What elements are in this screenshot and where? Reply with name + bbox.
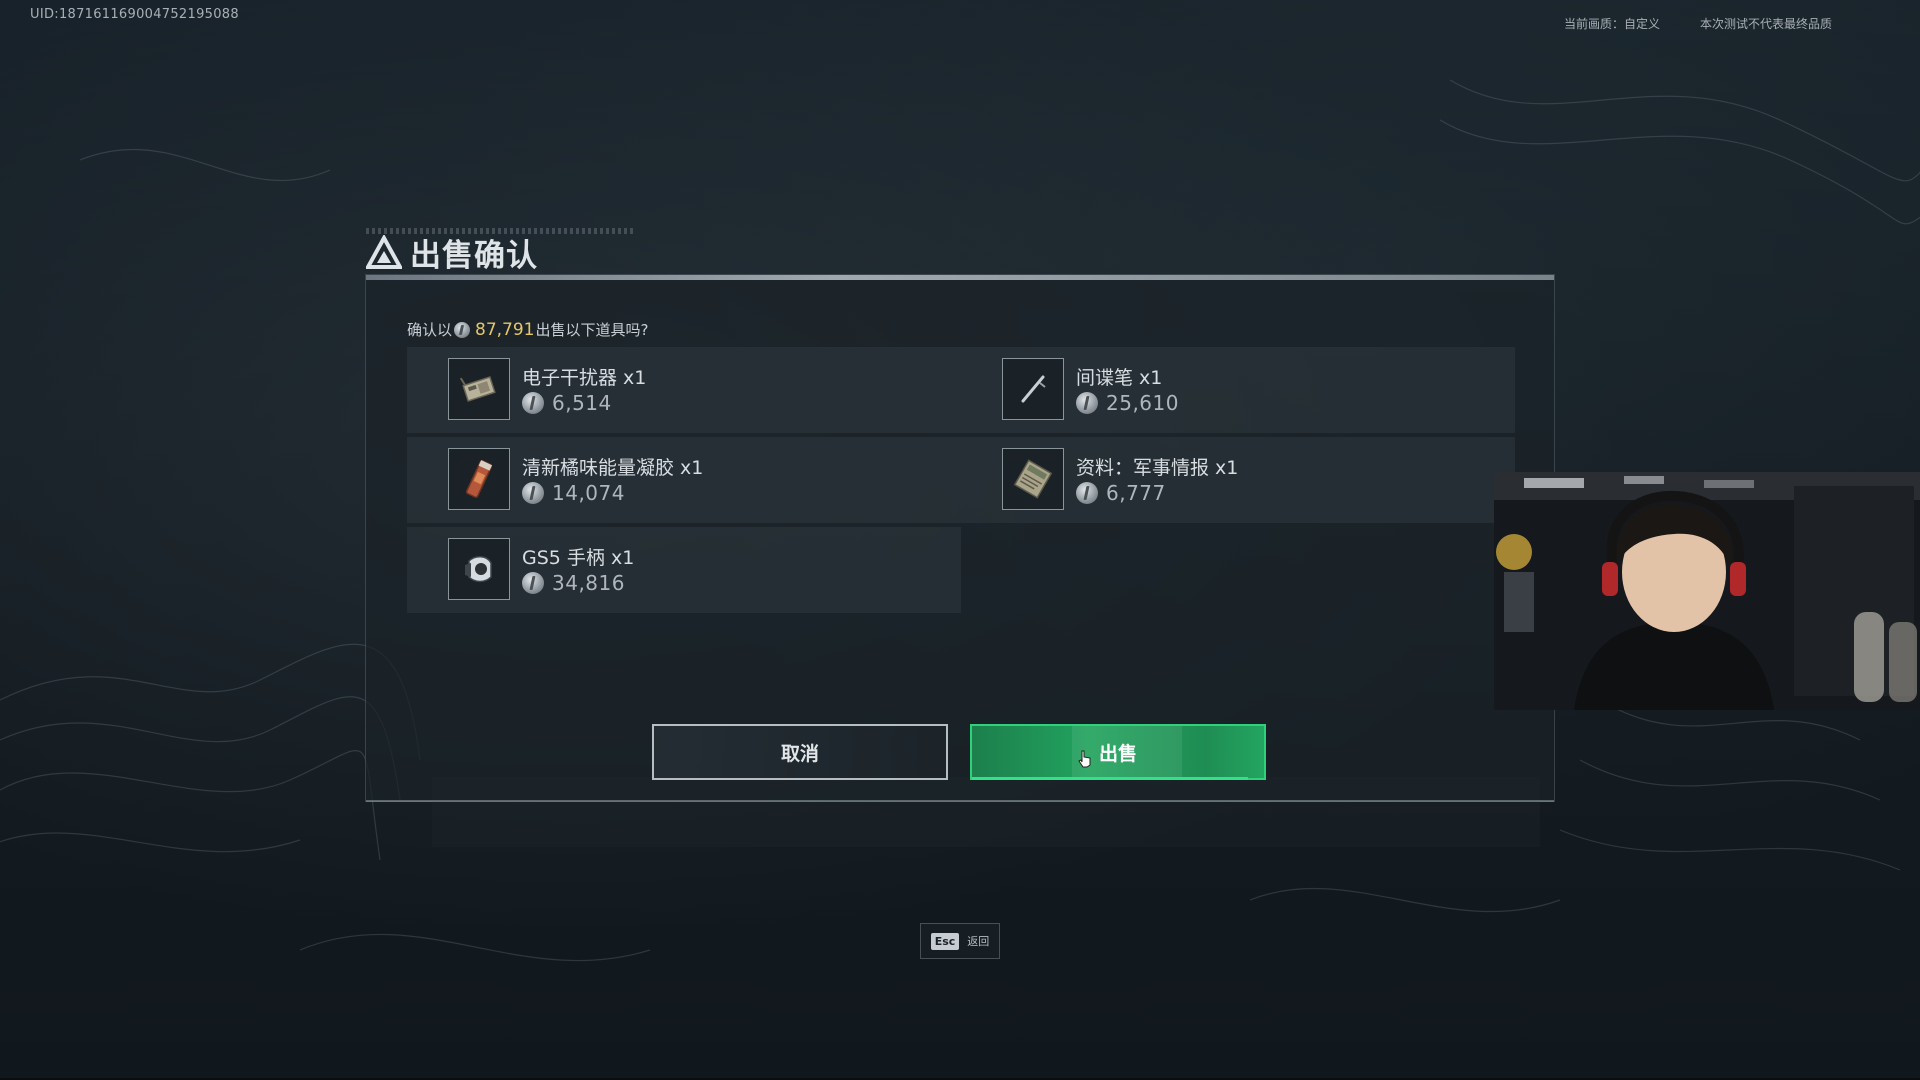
esc-back-label: 返回 bbox=[967, 935, 990, 948]
item-thumbnail bbox=[448, 448, 510, 510]
item-price-row: 34,816 bbox=[522, 571, 625, 595]
item-list: 电子干扰器 x1 6,514 间谍笔 x1 25,610 清新橘味能量凝胶 x1… bbox=[407, 347, 1540, 847]
item-name: 资料：军事情报 x1 bbox=[1076, 457, 1239, 479]
item-thumbnail bbox=[1002, 358, 1064, 420]
graphics-quality: 当前画质： 自定义 bbox=[1564, 15, 1660, 32]
confirm-prefix: 确认以 bbox=[407, 321, 453, 339]
coin-icon bbox=[1076, 392, 1098, 414]
sell-confirm-dialog: 确认以 87,791 出售以下道具吗? 电子干扰器 x1 6,514 间谍笔 x… bbox=[365, 274, 1555, 847]
item-name: GS5 手柄 x1 bbox=[522, 547, 635, 569]
streamer-webcam-image bbox=[1494, 472, 1920, 710]
cancel-button[interactable]: 取消 bbox=[652, 724, 948, 780]
item-thumbnail bbox=[448, 358, 510, 420]
page-title: 出售确认 bbox=[410, 238, 538, 274]
confirm-message: 确认以 87,791 出售以下道具吗? bbox=[407, 319, 648, 340]
coin-icon bbox=[522, 392, 544, 414]
quality-value: 自定义 bbox=[1623, 17, 1660, 31]
dialog-title: 出售确认 bbox=[366, 230, 538, 275]
cancel-button-label: 取消 bbox=[780, 742, 819, 765]
delta-logo-icon bbox=[366, 234, 402, 269]
jammer-icon bbox=[459, 376, 496, 402]
item-name: 间谍笔 x1 bbox=[1076, 367, 1163, 389]
esc-back-hint[interactable]: Esc 返回 bbox=[920, 923, 1000, 959]
item-price: 6,777 bbox=[1106, 481, 1166, 505]
sell-button-underline bbox=[972, 777, 1248, 780]
item-thumbnail bbox=[448, 538, 510, 600]
item-price-row: 6,514 bbox=[522, 391, 612, 415]
list-item: 清新橘味能量凝胶 x1 14,074 bbox=[407, 437, 961, 523]
quality-label: 当前画质： bbox=[1563, 17, 1624, 31]
sell-button-label: 出售 bbox=[1098, 742, 1137, 765]
list-item: GS5 手柄 x1 34,816 bbox=[407, 527, 961, 613]
list-item: 资料：军事情报 x1 6,777 bbox=[961, 437, 1515, 523]
spy-pen-icon bbox=[1021, 375, 1046, 403]
item-name: 电子干扰器 x1 bbox=[522, 367, 647, 389]
player-uid: UID:187161169004752195088 bbox=[30, 7, 239, 22]
test-notice: 本次测试不代表最终品质 bbox=[1699, 17, 1832, 31]
item-name: 清新橘味能量凝胶 x1 bbox=[522, 457, 704, 479]
confirm-suffix: 出售以下道具吗? bbox=[535, 321, 649, 339]
game-screen: UID:187161169004752195088 当前画质： 自定义 本次测试… bbox=[0, 0, 1920, 1080]
list-item: 电子干扰器 x1 6,514 bbox=[407, 347, 961, 433]
coin-icon bbox=[454, 321, 471, 338]
esc-key-badge: Esc bbox=[930, 932, 960, 950]
item-price: 25,610 bbox=[1106, 391, 1179, 415]
item-price: 34,816 bbox=[552, 571, 625, 595]
item-price-row: 6,777 bbox=[1076, 481, 1166, 505]
item-thumbnail bbox=[1002, 448, 1064, 510]
coin-icon bbox=[522, 572, 544, 594]
intel-document-icon bbox=[1013, 459, 1053, 499]
sell-button[interactable]: 出售 bbox=[970, 724, 1266, 780]
coin-icon bbox=[522, 482, 544, 504]
webcam-overlay bbox=[1494, 472, 1920, 710]
gamepad-icon bbox=[465, 556, 492, 583]
empty-slot-area bbox=[432, 777, 1540, 847]
item-price: 6,514 bbox=[552, 391, 612, 415]
total-price: 87,791 bbox=[475, 319, 535, 340]
item-price: 14,074 bbox=[552, 481, 625, 505]
energy-gel-icon bbox=[465, 460, 493, 498]
coin-icon bbox=[1076, 482, 1098, 504]
dialog-bottom-border bbox=[366, 800, 1554, 802]
hud-top-right: 当前画质： 自定义 本次测试不代表最终品质 bbox=[1564, 15, 1832, 32]
list-item: 间谍笔 x1 25,610 bbox=[961, 347, 1515, 433]
item-price-row: 25,610 bbox=[1076, 391, 1179, 415]
item-price-row: 14,074 bbox=[522, 481, 625, 505]
pointer-cursor-icon bbox=[1078, 750, 1091, 768]
dialog-top-border bbox=[366, 275, 1554, 280]
